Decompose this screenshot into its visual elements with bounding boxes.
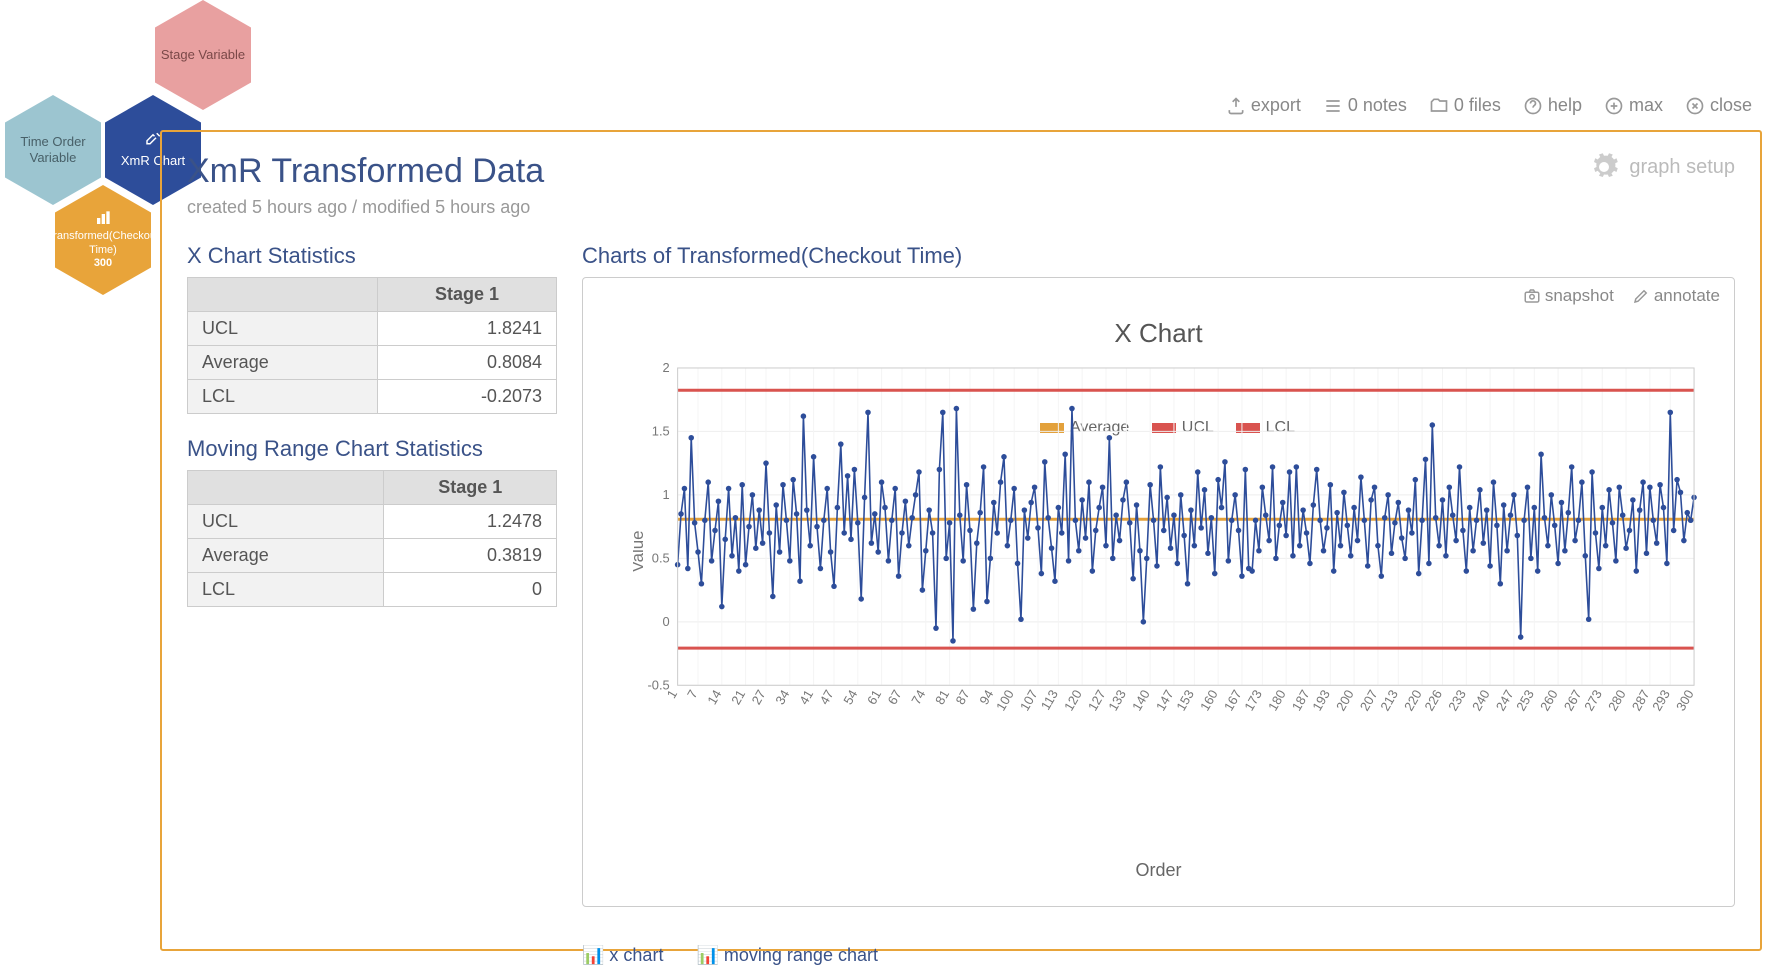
svg-text:253: 253 bbox=[1513, 687, 1537, 713]
svg-text:267: 267 bbox=[1561, 687, 1585, 713]
table-row: Average0.8084 bbox=[188, 346, 557, 380]
max-button[interactable]: max bbox=[1604, 95, 1663, 116]
tab-x-chart[interactable]: 📊 x chart bbox=[582, 945, 677, 965]
snapshot-button[interactable]: snapshot bbox=[1523, 286, 1614, 306]
svg-text:147: 147 bbox=[1153, 687, 1177, 713]
svg-text:180: 180 bbox=[1265, 687, 1289, 713]
svg-text:133: 133 bbox=[1105, 687, 1129, 713]
table-row: Average0.3819 bbox=[188, 539, 557, 573]
svg-text:293: 293 bbox=[1649, 687, 1673, 713]
svg-text:153: 153 bbox=[1173, 687, 1197, 713]
tab-mr-chart[interactable]: 📊 moving range chart bbox=[696, 945, 892, 965]
chart-supertitle: Charts of Transformed(Checkout Time) bbox=[582, 243, 1735, 269]
svg-text:113: 113 bbox=[1038, 687, 1061, 712]
svg-text:0.5: 0.5 bbox=[652, 550, 670, 565]
svg-text:213: 213 bbox=[1377, 687, 1401, 713]
svg-text:127: 127 bbox=[1085, 687, 1109, 713]
export-button[interactable]: export bbox=[1226, 95, 1301, 116]
stats-sidebar: X Chart Statistics Stage 1 UCL1.8241Aver… bbox=[187, 243, 557, 966]
svg-text:167: 167 bbox=[1221, 687, 1245, 713]
hex-time-order[interactable]: Time Order Variable bbox=[5, 95, 101, 205]
table-row: UCL1.2478 bbox=[188, 505, 557, 539]
svg-text:14: 14 bbox=[704, 687, 724, 707]
x-axis-label: Order bbox=[582, 860, 1735, 881]
xstats-title: X Chart Statistics bbox=[187, 243, 557, 269]
help-button[interactable]: help bbox=[1523, 95, 1582, 116]
svg-text:247: 247 bbox=[1493, 687, 1517, 713]
svg-text:300: 300 bbox=[1673, 687, 1697, 713]
svg-text:Value: Value bbox=[633, 530, 647, 572]
svg-text:1: 1 bbox=[663, 487, 670, 502]
svg-text:27: 27 bbox=[748, 687, 768, 707]
xstats-table: Stage 1 UCL1.8241Average0.8084LCL-0.2073 bbox=[187, 277, 557, 414]
graph-setup-button[interactable]: graph setup bbox=[1589, 152, 1735, 182]
svg-text:21: 21 bbox=[728, 687, 748, 707]
files-button[interactable]: 0 files bbox=[1429, 95, 1501, 116]
page-meta: created 5 hours ago / modified 5 hours a… bbox=[187, 197, 1735, 218]
table-row: UCL1.8241 bbox=[188, 312, 557, 346]
svg-text:1.5: 1.5 bbox=[652, 423, 670, 438]
svg-text:240: 240 bbox=[1469, 687, 1493, 713]
svg-text:100: 100 bbox=[993, 687, 1017, 713]
hex-stage-variable[interactable]: Stage Variable bbox=[155, 0, 251, 110]
svg-text:173: 173 bbox=[1241, 687, 1265, 713]
annotate-button[interactable]: annotate bbox=[1632, 286, 1720, 306]
svg-text:34: 34 bbox=[772, 687, 792, 707]
svg-text:1: 1 bbox=[664, 687, 681, 701]
svg-text:54: 54 bbox=[840, 687, 860, 707]
svg-text:220: 220 bbox=[1401, 687, 1425, 713]
table-row: LCL0 bbox=[188, 573, 557, 607]
x-chart-plot[interactable]: -0.500.511.52171421273441475461677481879… bbox=[633, 363, 1704, 740]
svg-text:140: 140 bbox=[1129, 687, 1153, 713]
gear-icon bbox=[1589, 152, 1619, 182]
svg-text:61: 61 bbox=[864, 687, 884, 707]
close-button[interactable]: close bbox=[1685, 95, 1752, 116]
svg-text:7: 7 bbox=[684, 687, 701, 701]
hex-transformed[interactable]: Transformed(Checkout Time)300 bbox=[55, 185, 151, 295]
svg-text:120: 120 bbox=[1061, 687, 1085, 713]
svg-text:207: 207 bbox=[1357, 687, 1381, 713]
svg-text:81: 81 bbox=[932, 687, 952, 707]
svg-text:193: 193 bbox=[1309, 687, 1333, 713]
svg-text:67: 67 bbox=[884, 687, 904, 707]
chart-tabs: 📊 x chart 📊 moving range chart bbox=[582, 945, 1735, 966]
svg-text:41: 41 bbox=[796, 687, 816, 707]
svg-text:287: 287 bbox=[1629, 687, 1653, 713]
svg-text:200: 200 bbox=[1333, 687, 1357, 713]
svg-text:160: 160 bbox=[1197, 687, 1221, 713]
page-toolbar: export 0 notes 0 files help max close bbox=[1226, 95, 1752, 116]
page-title: XmR Transformed Data bbox=[187, 152, 1735, 191]
svg-text:280: 280 bbox=[1605, 687, 1629, 713]
svg-text:273: 273 bbox=[1581, 687, 1605, 713]
mrstats-table: Stage 1 UCL1.2478Average0.3819LCL0 bbox=[187, 470, 557, 607]
svg-text:47: 47 bbox=[816, 687, 836, 707]
svg-text:233: 233 bbox=[1445, 687, 1469, 713]
main-panel: XmR Transformed Data created 5 hours ago… bbox=[160, 130, 1762, 951]
svg-text:260: 260 bbox=[1537, 687, 1561, 713]
mrstats-title: Moving Range Chart Statistics bbox=[187, 436, 557, 462]
svg-text:187: 187 bbox=[1289, 687, 1313, 713]
chart-container: snapshot annotate X Chart -0.500.511.521… bbox=[582, 277, 1735, 907]
svg-text:74: 74 bbox=[908, 687, 928, 707]
svg-text:87: 87 bbox=[952, 687, 972, 707]
svg-text:107: 107 bbox=[1017, 687, 1041, 713]
svg-text:226: 226 bbox=[1421, 687, 1445, 713]
svg-text:2: 2 bbox=[663, 363, 670, 375]
notes-button[interactable]: 0 notes bbox=[1323, 95, 1407, 116]
table-row: LCL-0.2073 bbox=[188, 380, 557, 414]
svg-text:0: 0 bbox=[663, 614, 670, 629]
